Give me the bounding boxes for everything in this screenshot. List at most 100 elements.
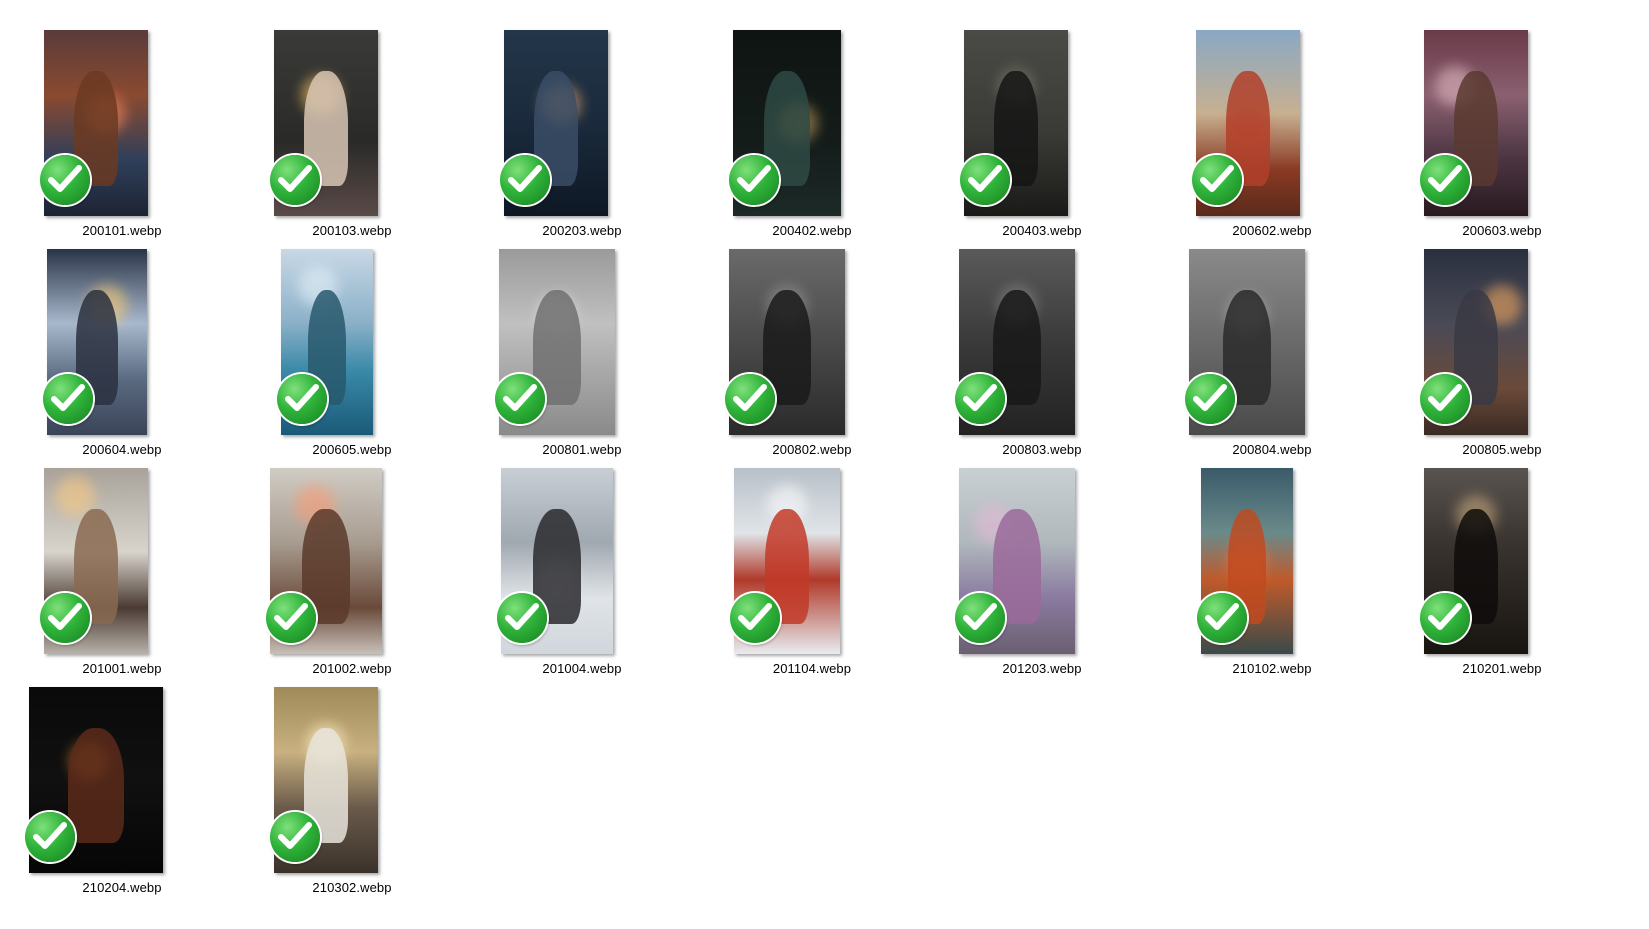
file-item[interactable]: 200101.webp [0,8,244,238]
checkmark-glyph [48,603,82,630]
file-name-label: 210204.webp [82,880,162,895]
file-item[interactable]: 201002.webp [230,446,474,676]
checkmark-glyph [968,165,1002,192]
green-checkmark-icon[interactable] [40,155,90,205]
file-item[interactable]: 200802.webp [690,227,934,457]
checkmark-glyph [505,603,539,630]
file-item[interactable]: 201203.webp [920,446,1164,676]
thumbnail-container [0,8,244,216]
green-checkmark-icon[interactable] [1420,593,1470,643]
checkmark-glyph [33,822,67,849]
thumbnail-container [230,8,474,216]
green-checkmark-icon[interactable] [955,374,1005,424]
green-checkmark-icon[interactable] [43,374,93,424]
file-name-label: 201104.webp [772,661,852,676]
file-item[interactable]: 201001.webp [0,446,244,676]
file-item[interactable]: 200203.webp [460,8,704,238]
thumbnail-container [1380,446,1624,654]
thumbnail-container [230,665,474,873]
file-item[interactable]: 200603.webp [1380,8,1624,238]
green-checkmark-icon[interactable] [497,593,547,643]
green-checkmark-icon[interactable] [270,812,320,862]
thumbnail-container [920,8,1164,216]
thumbnail-container [690,8,934,216]
green-checkmark-icon[interactable] [266,593,316,643]
thumbnail-container [230,446,474,654]
checkmark-glyph [48,165,82,192]
green-checkmark-icon[interactable] [40,593,90,643]
file-thumbnail-grid: 200101.webp 200103.webp 200203.webp 200402.… [0,0,1649,929]
thumbnail-container [0,227,244,435]
thumbnail-container [920,227,1164,435]
checkmark-glyph [1205,603,1239,630]
green-checkmark-icon[interactable] [1420,374,1470,424]
checkmark-glyph [285,384,319,411]
thumbnail-container [920,446,1164,654]
file-item[interactable]: 200805.webp [1380,227,1624,457]
checkmark-glyph [278,822,312,849]
thumbnail-container [1380,8,1624,216]
thumbnail-container [0,446,244,654]
checkmark-glyph [51,384,85,411]
thumbnail-container [1150,8,1394,216]
green-checkmark-icon[interactable] [270,155,320,205]
thumbnail-container [1150,227,1394,435]
file-item[interactable]: 210302.webp [230,665,474,895]
checkmark-glyph [1428,165,1462,192]
file-item[interactable]: 200804.webp [1150,227,1394,457]
green-checkmark-icon[interactable] [1420,155,1470,205]
green-checkmark-icon[interactable] [960,155,1010,205]
green-checkmark-icon[interactable] [500,155,550,205]
file-item[interactable]: 210204.webp [0,665,244,895]
green-checkmark-icon[interactable] [955,593,1005,643]
green-checkmark-icon[interactable] [725,374,775,424]
file-name-label: 210102.webp [1232,661,1312,676]
thumbnail-container [1380,227,1624,435]
file-name-label: 210302.webp [312,880,392,895]
file-item[interactable]: 200103.webp [230,8,474,238]
file-item[interactable]: 200402.webp [690,8,934,238]
checkmark-glyph [278,165,312,192]
checkmark-glyph [274,603,308,630]
checkmark-glyph [963,603,997,630]
checkmark-glyph [1193,384,1227,411]
file-item[interactable]: 200403.webp [920,8,1164,238]
thumbnail-container [230,227,474,435]
thumbnail-container [460,446,704,654]
green-checkmark-icon[interactable] [730,593,780,643]
file-item[interactable]: 200604.webp [0,227,244,457]
checkmark-glyph [1428,384,1462,411]
file-item[interactable]: 200605.webp [230,227,474,457]
green-checkmark-icon[interactable] [277,374,327,424]
checkmark-glyph [738,603,772,630]
green-checkmark-icon[interactable] [1197,593,1247,643]
file-item[interactable]: 201104.webp [690,446,934,676]
thumbnail-container [460,227,704,435]
green-checkmark-icon[interactable] [1192,155,1242,205]
checkmark-glyph [733,384,767,411]
file-item[interactable]: 200602.webp [1150,8,1394,238]
green-checkmark-icon[interactable] [495,374,545,424]
checkmark-glyph [1428,603,1462,630]
file-item[interactable]: 200803.webp [920,227,1164,457]
checkmark-glyph [1200,165,1234,192]
file-item[interactable]: 210102.webp [1150,446,1394,676]
file-item[interactable]: 200801.webp [460,227,704,457]
checkmark-glyph [503,384,537,411]
file-name-label: 210201.webp [1462,661,1542,676]
green-checkmark-icon[interactable] [1185,374,1235,424]
thumbnail-container [690,446,934,654]
thumbnail-container [0,665,244,873]
thumbnail-container [1150,446,1394,654]
checkmark-glyph [737,165,771,192]
checkmark-glyph [963,384,997,411]
thumbnail-container [690,227,934,435]
checkmark-glyph [508,165,542,192]
file-item[interactable]: 210201.webp [1380,446,1624,676]
thumbnail-container [460,8,704,216]
green-checkmark-icon[interactable] [25,812,75,862]
file-item[interactable]: 201004.webp [460,446,704,676]
green-checkmark-icon[interactable] [729,155,779,205]
file-name-label: 201203.webp [1002,661,1082,676]
thumbnail-subject [67,727,125,844]
